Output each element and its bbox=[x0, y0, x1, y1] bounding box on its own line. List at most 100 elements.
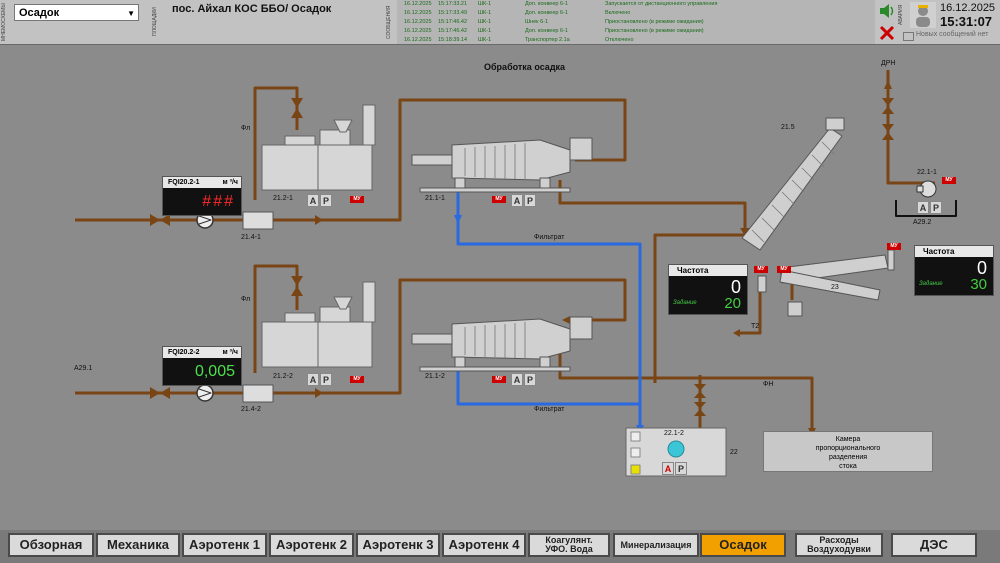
manual-button[interactable]: Р bbox=[930, 201, 942, 214]
auto-button[interactable]: А bbox=[917, 201, 929, 214]
nav-aerotank-1[interactable]: Аэротенк 1 bbox=[182, 533, 267, 557]
label-21-2-1: 21.2-1 bbox=[273, 195, 293, 202]
label-21-5: 21.5 bbox=[781, 124, 795, 131]
decanter-1 bbox=[411, 137, 593, 193]
decanter-2 bbox=[411, 316, 593, 372]
screen-select[interactable]: Осадок ▼ bbox=[14, 4, 139, 21]
motor-23-left bbox=[757, 275, 767, 293]
location-path: пос. Айхал КОС ББО/ Осадок bbox=[172, 3, 332, 15]
label-fl-2: Фл bbox=[241, 296, 251, 303]
local-control-badge: МУ bbox=[492, 376, 506, 383]
label-21-1-1: 21.1-1 bbox=[425, 195, 445, 202]
navigation-bar: Обзорная Механика Аэротенк 1 Аэротенк 2 … bbox=[0, 530, 1000, 563]
manual-button[interactable]: Р bbox=[524, 373, 536, 386]
label-21-1-2: 21.1-2 bbox=[425, 373, 445, 380]
flocculant-station-1 bbox=[261, 104, 376, 191]
screw-conveyor-21-5 bbox=[741, 117, 845, 251]
auto-button[interactable]: А bbox=[662, 462, 674, 475]
local-control-badge: МУ bbox=[942, 177, 956, 184]
nav-sludge-active[interactable]: Осадок bbox=[700, 533, 786, 557]
hopper-23 bbox=[787, 301, 803, 317]
log-row[interactable]: 16.12.2025 15:17:33.21 ШК-1 Доп. конвеер 6-… bbox=[400, 1, 872, 9]
manual-button[interactable]: Р bbox=[524, 194, 536, 207]
ap-21-2-1[interactable]: АР bbox=[307, 194, 333, 207]
ap-22-1-2[interactable]: АР bbox=[662, 462, 688, 475]
side-label-alarm: АВАРИЯ bbox=[898, 4, 904, 26]
frequency-panel-23[interactable]: Частота 0 Задание 30 bbox=[914, 245, 994, 296]
sound-icon[interactable] bbox=[878, 2, 896, 20]
log-row[interactable]: 16.12.2025 15:17:46.42 ШК-1 Доп. конвеер 6-… bbox=[400, 28, 872, 36]
current-time: 15:31:07 bbox=[940, 14, 993, 29]
label-filtrate-2: Фильтрат bbox=[534, 406, 565, 413]
nav-aerotank-2[interactable]: Аэротенк 2 bbox=[269, 533, 354, 557]
chevron-down-icon: ▼ bbox=[127, 9, 135, 18]
ap-21-1-1[interactable]: АР bbox=[511, 194, 537, 207]
envelope-icon bbox=[903, 32, 914, 41]
nav-flow-blowers[interactable]: Расходы Воздуходувки bbox=[795, 533, 883, 557]
manual-button[interactable]: Р bbox=[320, 373, 332, 386]
nav-des[interactable]: ДЭС bbox=[891, 533, 977, 557]
frequency-task-label: Задание bbox=[919, 281, 943, 287]
separation-chamber: Камера пропорционального разделения сток… bbox=[763, 431, 933, 472]
label-fn: ФН bbox=[763, 381, 774, 388]
manual-button[interactable]: Р bbox=[320, 194, 332, 207]
filtrate-pipe bbox=[456, 180, 642, 430]
nav-overview[interactable]: Обзорная bbox=[8, 533, 94, 557]
flow-meter-unit: м ³/ч bbox=[222, 179, 238, 186]
log-row[interactable]: 16.12.2025 15:17:33.49 ШК-1 Доп. конвеер 6-… bbox=[400, 10, 872, 18]
ap-22-1-1[interactable]: АР bbox=[917, 201, 943, 214]
nav-aerotank-4[interactable]: Аэротенк 4 bbox=[442, 533, 526, 557]
top-bar: МНЕМОСХЕМЫ Осадок ▼ ПЛОЩАДКИ пос. Айхал … bbox=[0, 0, 1000, 45]
nav-mineralization[interactable]: Минерализация bbox=[613, 533, 699, 557]
log-row[interactable]: 16.12.2025 15:17:46.42 ШК-1 Шнек 6-1 Приоста… bbox=[400, 19, 872, 27]
frequency-panel-21-5[interactable]: Частота 0 Задание 20 bbox=[668, 264, 748, 315]
label-22: 22 bbox=[730, 449, 738, 456]
screen-select-value: Осадок bbox=[19, 7, 60, 19]
flow-meter-value: ### bbox=[163, 188, 241, 215]
flow-meter-2[interactable]: FQI20.2-2 м ³/ч 0,005 bbox=[162, 346, 242, 386]
nav-mechanics[interactable]: Механика bbox=[96, 533, 180, 557]
nav-aerotank-3[interactable]: Аэротенк 3 bbox=[356, 533, 440, 557]
label-21-4-2: 21.4-2 bbox=[241, 406, 261, 413]
operator-icon[interactable] bbox=[910, 2, 936, 28]
side-label-messages: СООБЩЕНИЯ bbox=[386, 5, 392, 39]
local-control-badge: МУ bbox=[887, 243, 901, 250]
label-fl-1: Фл bbox=[241, 125, 251, 132]
label-21-4-1: 21.4-1 bbox=[241, 234, 261, 241]
ap-21-1-2[interactable]: АР bbox=[511, 373, 537, 386]
local-control-badge: МУ bbox=[492, 196, 506, 203]
flocculant-station-2 bbox=[261, 281, 376, 368]
current-date: 16.12.2025 bbox=[940, 2, 996, 14]
local-control-badge: МУ bbox=[777, 266, 791, 273]
label-21-2-2: 21.2-2 bbox=[273, 373, 293, 380]
auto-button[interactable]: А bbox=[511, 194, 523, 207]
label-22-1-1: 22.1-1 bbox=[917, 169, 937, 176]
alarm-mute-icon[interactable] bbox=[878, 24, 896, 42]
frequency-task-value[interactable]: 20 bbox=[724, 295, 741, 312]
ap-21-2-2[interactable]: АР bbox=[307, 373, 333, 386]
label-23: 23 bbox=[831, 284, 839, 291]
side-label-sites: ПЛОЩАДКИ bbox=[152, 7, 158, 37]
side-label-schemes: МНЕМОСХЕМЫ bbox=[1, 3, 7, 41]
auto-button[interactable]: А bbox=[307, 373, 319, 386]
frequency-task-value[interactable]: 30 bbox=[970, 276, 987, 293]
message-log[interactable]: 16.12.2025 15:17:33.21 ШК-1 Доп. конвеер 6-… bbox=[397, 0, 875, 44]
conveyor-23 bbox=[779, 249, 895, 301]
scheme-title: Обработка осадка bbox=[484, 62, 566, 72]
auto-button[interactable]: А bbox=[511, 373, 523, 386]
flow-meter-unit: м ³/ч bbox=[222, 349, 238, 356]
label-filtrate-1: Фильтрат bbox=[534, 234, 565, 241]
sludge-pipe-aux bbox=[698, 70, 935, 437]
flow-meter-value: 0,005 bbox=[163, 358, 241, 385]
flow-meter-1[interactable]: FQI20.2-1 м ³/ч ### bbox=[162, 176, 242, 216]
label-a29-1: А29.1 bbox=[74, 365, 93, 372]
local-control-badge: МУ bbox=[350, 376, 364, 383]
flow-meter-name: FQI20.2-1 bbox=[168, 179, 200, 186]
auto-button[interactable]: А bbox=[307, 194, 319, 207]
label-22-1-2: 22.1-2 bbox=[664, 430, 684, 437]
frequency-task-label: Задание bbox=[673, 300, 697, 306]
no-messages-text: Новых сообщений нет bbox=[916, 31, 989, 38]
nav-coagulant-uv-water[interactable]: Коагулянт. УФО. Вода bbox=[528, 533, 610, 557]
manual-button[interactable]: Р bbox=[675, 462, 687, 475]
label-drn: ДРН bbox=[881, 60, 896, 67]
